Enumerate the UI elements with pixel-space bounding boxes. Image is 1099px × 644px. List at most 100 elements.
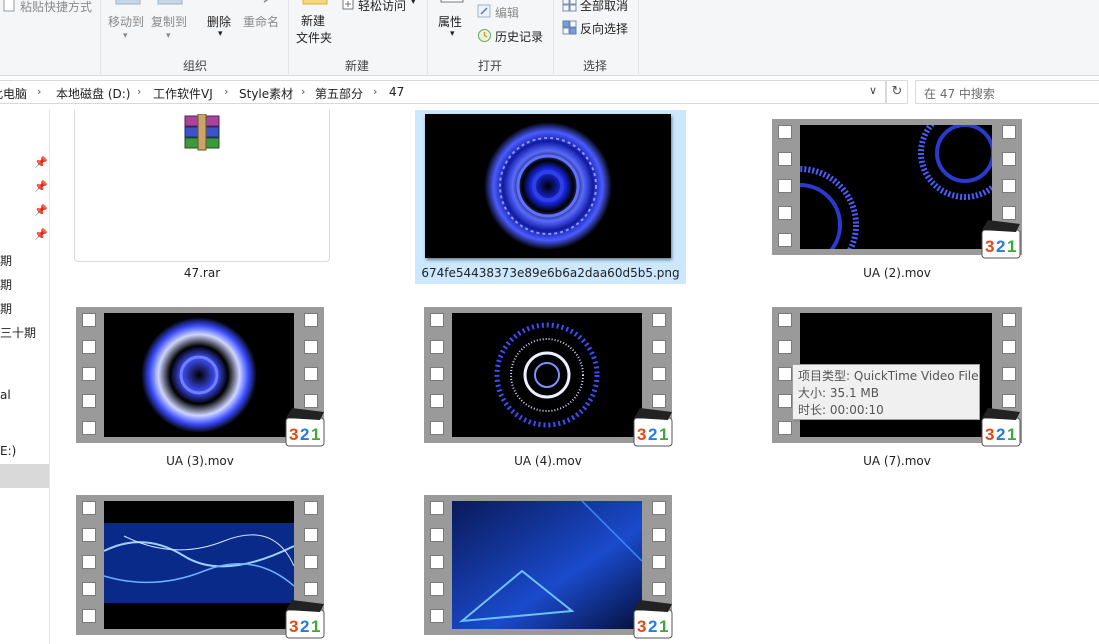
svg-text:1: 1 [311, 425, 320, 444]
media-player-321-icon: 321 [633, 600, 673, 639]
svg-text:2: 2 [996, 425, 1005, 444]
invert-selection-button[interactable]: 反向选择 [580, 20, 628, 37]
breadcrumb-chevron-icon[interactable]: › [37, 85, 41, 98]
easy-access-dropdown-icon[interactable]: ▾ [411, 0, 416, 7]
nav-item[interactable]: 三十期 [0, 324, 36, 341]
breadcrumb-chevron-icon[interactable]: › [373, 85, 377, 98]
ribbon-separator [553, 0, 554, 74]
video-frame [104, 501, 294, 629]
new-folder-button-line2[interactable]: 文件夹 [296, 29, 332, 46]
pin-icon[interactable]: 📌 [34, 204, 48, 217]
paste-shortcut-button[interactable]: 粘贴快捷方式 [20, 0, 92, 15]
breadcrumb-this-pc[interactable]: 此电脑 [0, 85, 27, 102]
svg-text:1: 1 [1007, 237, 1016, 256]
breadcrumb-current-folder[interactable]: 47 [389, 85, 404, 99]
nav-item[interactable]: al [0, 388, 11, 402]
navigation-pane[interactable]: 📌 📌 📌 📌 期 期 期 三十期 al E:) [0, 110, 50, 644]
edit-button[interactable]: 编辑 [495, 4, 519, 21]
group-label-open: 打开 [478, 59, 503, 73]
tooltip-duration-row: 时长: 00:00:10 [798, 402, 974, 419]
svg-text:3: 3 [637, 425, 646, 444]
video-frame [800, 125, 992, 249]
pin-icon[interactable]: 📌 [34, 228, 48, 241]
properties-button[interactable]: 属性 [438, 13, 462, 30]
delete-dropdown-icon[interactable]: ▾ [218, 29, 223, 39]
search-input[interactable]: 在 47 中搜索 [915, 80, 1099, 104]
rename-icon [263, 0, 269, 3]
breadcrumb-work-software[interactable]: 工作软件VJ [153, 85, 213, 102]
svg-text:2: 2 [300, 425, 309, 444]
copy-to-dropdown-icon[interactable]: ▾ [166, 31, 171, 41]
new-folder-button[interactable]: 新建 [301, 12, 325, 29]
refresh-button[interactable]: ↻ [886, 80, 908, 104]
media-player-321-icon: 321 [981, 220, 1021, 259]
nav-item[interactable]: 期 [0, 276, 12, 293]
video-frame [452, 501, 642, 629]
history-button[interactable]: 历史记录 [495, 28, 543, 45]
breadcrumb-part-five[interactable]: 第五部分 [315, 85, 363, 102]
delete-button[interactable]: 删除 [207, 13, 231, 30]
media-player-321-icon: 321 [633, 408, 673, 447]
tooltip-duration-value: 00:00:10 [829, 403, 884, 417]
file-name[interactable]: UA (4).mov [424, 454, 672, 468]
nav-item[interactable]: 期 [0, 252, 12, 269]
nav-item[interactable]: E:) [0, 444, 16, 458]
breadcrumb-local-disk[interactable]: 本地磁盘 (D:) [56, 85, 130, 102]
breadcrumb-style-assets[interactable]: Style素材 [239, 85, 293, 102]
properties-dropdown-icon[interactable]: ▾ [450, 29, 455, 39]
file-name[interactable]: UA (2).mov [772, 266, 1022, 280]
svg-text:1: 1 [311, 617, 320, 636]
file-name[interactable]: 674fe54438373e89e6b6a2daa60d5b5.png [415, 266, 686, 280]
video-frame [104, 313, 294, 437]
tooltip-duration-label: 时长: [798, 403, 827, 417]
ribbon-separator [427, 0, 428, 74]
address-history-dropdown-icon[interactable]: ∨ [869, 84, 877, 97]
select-none-icon [562, 0, 577, 12]
pin-icon[interactable]: 📌 [34, 156, 48, 169]
move-to-button[interactable]: 移动到 [108, 13, 144, 30]
file-name[interactable]: 47.rar [74, 266, 330, 280]
tooltip-type-row: 项目类型: QuickTime Video File [798, 368, 979, 385]
select-none-button[interactable]: 全部取消 [580, 0, 628, 14]
winrar-archive-icon [184, 114, 220, 151]
tooltip-type-label: 项目类型: [798, 369, 851, 383]
breadcrumb-chevron-icon[interactable]: › [224, 85, 228, 98]
ribbon-separator [100, 0, 101, 74]
easy-access-icon [342, 0, 354, 10]
file-name[interactable]: UA (3).mov [76, 454, 324, 468]
breadcrumb-chevron-icon[interactable]: › [301, 85, 305, 98]
media-player-321-icon: 321 [285, 408, 325, 447]
breadcrumb-chevron-icon[interactable]: › [137, 85, 141, 98]
svg-text:2: 2 [648, 425, 657, 444]
svg-text:3: 3 [289, 425, 298, 444]
svg-text:1: 1 [659, 425, 668, 444]
svg-text:2: 2 [996, 237, 1005, 256]
nav-item-selected[interactable] [0, 464, 49, 488]
svg-text:3: 3 [289, 617, 298, 636]
ribbon: 粘贴快捷方式 移动到 复制到 ▾ ▾ 删除 ▾ 重命名 新建 文件夹 轻松访问 … [0, 0, 1099, 76]
paste-shortcut-icon [3, 0, 15, 12]
file-name[interactable]: UA (7).mov [772, 454, 1022, 468]
address-bar[interactable]: 此电脑 › 本地磁盘 (D:) › 工作软件VJ › Style素材 › 第五部… [0, 80, 886, 104]
video-frame [452, 313, 642, 437]
nav-item[interactable]: 期 [0, 300, 12, 317]
move-to-dropdown-icon[interactable]: ▾ [123, 31, 128, 41]
svg-text:3: 3 [637, 617, 646, 636]
refresh-icon: ↻ [891, 84, 903, 99]
group-label-new: 新建 [345, 59, 370, 73]
file-info-tooltip: 项目类型: QuickTime Video File 大小: 35.1 MB 时… [792, 364, 980, 420]
edit-icon [477, 4, 491, 18]
svg-text:3: 3 [985, 237, 994, 256]
file-thumbnail[interactable] [74, 110, 330, 262]
copy-to-button[interactable]: 复制到 [151, 13, 187, 30]
svg-text:1: 1 [1007, 425, 1016, 444]
png-thumbnail[interactable] [425, 114, 671, 258]
rename-button[interactable]: 重命名 [243, 13, 279, 30]
pin-icon[interactable]: 📌 [34, 180, 48, 193]
properties-icon [440, 0, 464, 3]
ribbon-separator [638, 0, 639, 74]
easy-access-button[interactable]: 轻松访问 [358, 0, 406, 14]
copy-to-icon [157, 0, 183, 5]
svg-text:2: 2 [648, 617, 657, 636]
new-folder-icon [302, 0, 328, 5]
